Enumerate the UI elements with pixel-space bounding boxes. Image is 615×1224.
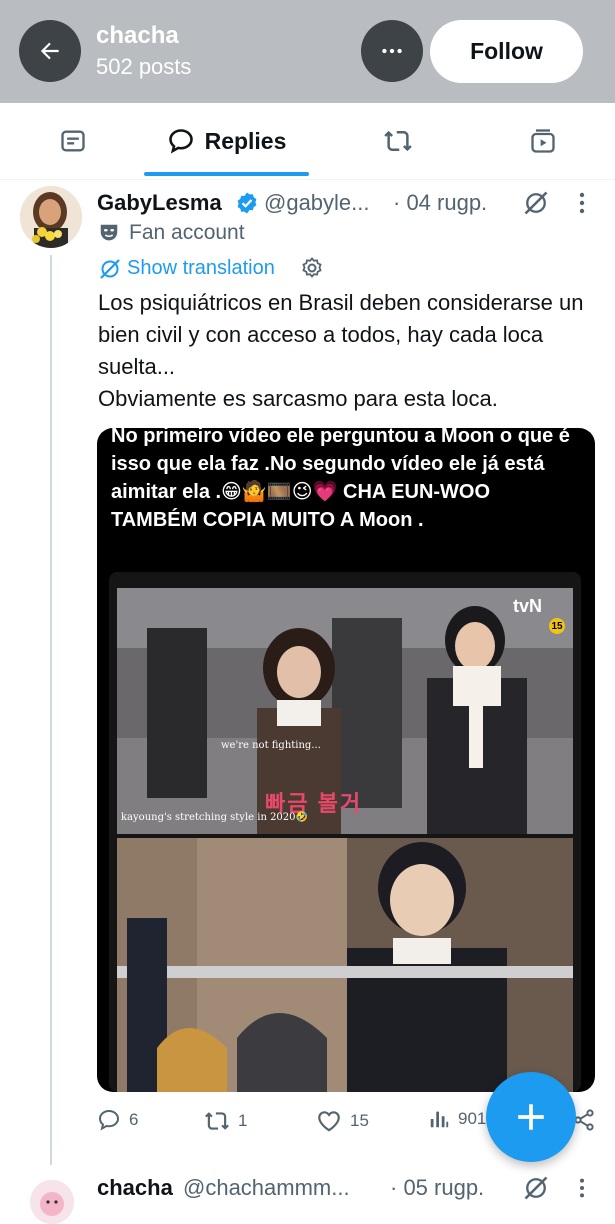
views-count: 901: [458, 1109, 487, 1128]
tab-replies[interactable]: Replies: [144, 103, 309, 179]
views-button[interactable]: 901: [428, 1108, 486, 1130]
author-handle[interactable]: @gabyle...: [264, 190, 370, 216]
next-author-handle[interactable]: @chachammm...: [183, 1175, 350, 1201]
channel-logo: tvN: [513, 596, 543, 616]
tab-posts[interactable]: [20, 103, 125, 179]
tweet-media[interactable]: No primeiro vídeo ele perguntou a Moon o…: [97, 428, 595, 1092]
tweet-text: Los psiquiátricos en Brasil deben consid…: [98, 290, 584, 411]
avatar-photo: [20, 186, 82, 248]
show-translation-link[interactable]: Show translation: [127, 257, 275, 280]
reply-count: 6: [129, 1110, 139, 1129]
next-avatar-photo: [30, 1180, 74, 1224]
video-clip-bottom[interactable]: [117, 838, 573, 1092]
repost-count: 1: [238, 1111, 248, 1130]
back-arrow-icon: [40, 42, 59, 60]
repost-button[interactable]: 1: [204, 1108, 247, 1134]
plus-icon: [518, 1104, 544, 1130]
age-rating-badge: 15: [549, 618, 565, 634]
next-tweet-timestamp[interactable]: · 05 rugp.: [390, 1175, 484, 1201]
video-scene-store: [117, 838, 573, 1092]
retweet-icon: [383, 130, 412, 152]
profile-name: chacha: [96, 22, 179, 49]
views-chart-icon: [430, 1111, 449, 1128]
thread-line: [50, 255, 52, 1165]
author-name[interactable]: GabyLesma: [97, 190, 222, 216]
follow-button[interactable]: Follow: [430, 20, 583, 83]
reply-icon: [98, 1109, 120, 1131]
video-frame: tvN 15 we're not fighting... 빠금 볼거 kayou…: [109, 572, 581, 1092]
more-options-button[interactable]: [361, 20, 423, 82]
video-subtitle: we're not fighting...: [221, 740, 321, 751]
gear-icon[interactable]: [300, 256, 324, 285]
fan-account-label: Fan account: [129, 221, 245, 244]
next-author-name[interactable]: chacha: [97, 1175, 173, 1201]
posts-icon: [60, 130, 85, 152]
avatar[interactable]: [20, 186, 82, 248]
next-tweet-more-icon[interactable]: [572, 1176, 592, 1205]
tweet-more-icon[interactable]: [572, 190, 592, 221]
verified-badge-icon: [235, 191, 259, 220]
media-icon: [530, 129, 555, 153]
like-count: 15: [350, 1111, 369, 1130]
next-avatar[interactable]: [30, 1180, 74, 1224]
heart-icon: [318, 1111, 340, 1132]
like-button[interactable]: 15: [316, 1108, 369, 1134]
repost-icon: [205, 1112, 229, 1130]
compose-button[interactable]: [486, 1072, 576, 1162]
next-grok-icon[interactable]: [522, 1174, 550, 1207]
grok-icon[interactable]: [522, 189, 550, 222]
tab-reposts[interactable]: [345, 103, 450, 179]
video-watermark: kayoung's stretching style in 2020🤣: [121, 812, 308, 823]
profile-header: chacha 502 posts Follow: [0, 0, 615, 103]
translate-icon[interactable]: [98, 257, 122, 286]
tab-media[interactable]: [490, 103, 595, 179]
posts-count: 502 posts: [96, 54, 192, 79]
tweet-timestamp[interactable]: · 04 rugp.: [393, 190, 487, 216]
reply-bubble-icon: [168, 129, 193, 154]
profile-tabs: Replies: [0, 103, 615, 180]
video-clip-top[interactable]: tvN 15 we're not fighting... 빠금 볼거 kayou…: [117, 588, 573, 834]
reply-button[interactable]: 6: [97, 1108, 138, 1132]
more-dots-icon: [382, 48, 402, 54]
media-caption: No primeiro vídeo ele perguntou a Moon o…: [111, 428, 570, 531]
back-button[interactable]: [19, 20, 81, 82]
active-tab-indicator: [144, 172, 309, 176]
fan-mask-icon: [98, 222, 120, 249]
tab-replies-label: Replies: [204, 127, 287, 154]
